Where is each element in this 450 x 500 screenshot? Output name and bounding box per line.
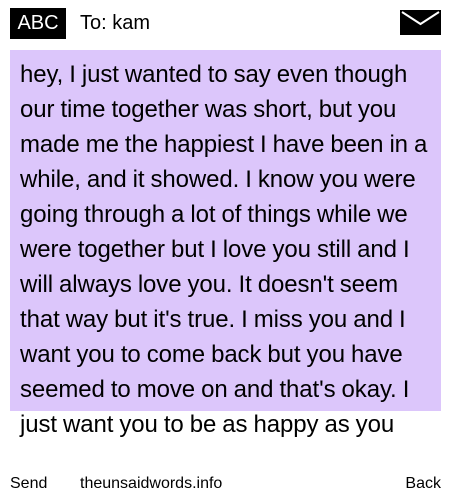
send-softkey[interactable]: Send (10, 474, 47, 494)
recipient-field[interactable]: To: kam (80, 10, 150, 36)
softkey-bar: Send theunsaidwords.info Back (0, 474, 450, 496)
recipient-name: kam (112, 12, 151, 34)
message-header: ABC To: kam (0, 0, 450, 46)
message-body[interactable]: hey, I just wanted to say even though ou… (20, 57, 442, 442)
input-mode-badge[interactable]: ABC (10, 8, 66, 39)
back-softkey[interactable]: Back (405, 474, 441, 494)
watermark-text: theunsaidwords.info (80, 475, 223, 492)
envelope-icon (400, 10, 441, 35)
to-label: To: (80, 12, 107, 34)
